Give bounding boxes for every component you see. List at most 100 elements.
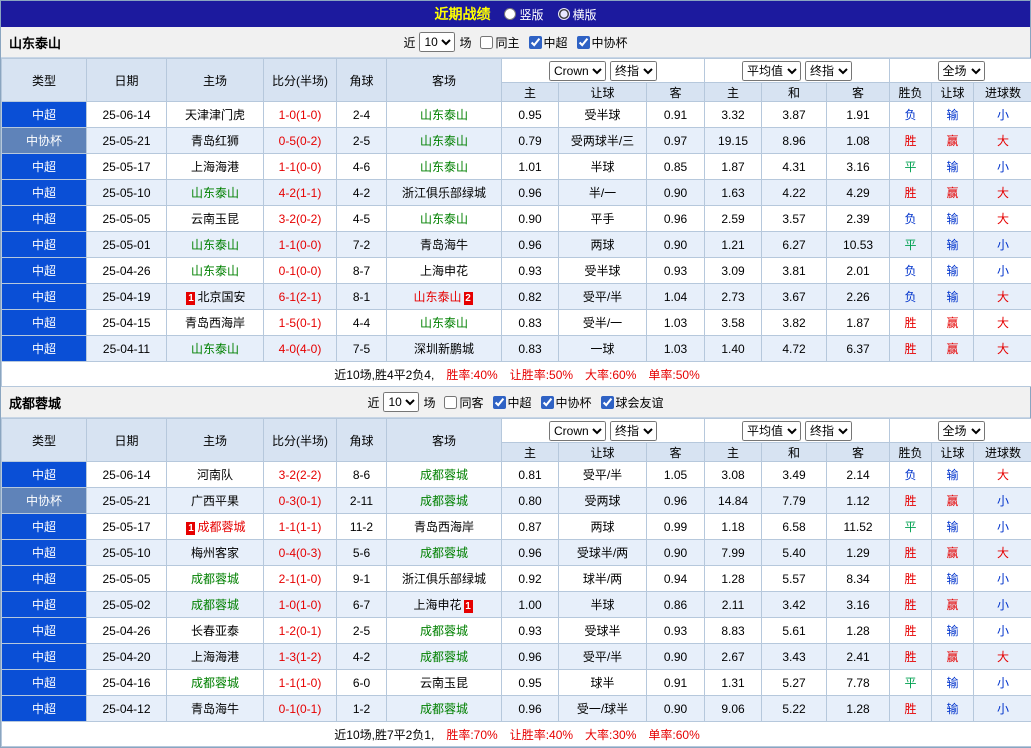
team-link[interactable]: 山东泰山 bbox=[191, 264, 239, 278]
team-link[interactable]: 青岛海牛 bbox=[191, 702, 239, 716]
team-link[interactable]: 成都蓉城 bbox=[197, 520, 245, 534]
crown-home-odds: 0.79 bbox=[502, 128, 559, 154]
team-link[interactable]: 浙江俱乐部绿城 bbox=[402, 572, 486, 586]
filter-checkbox-input[interactable] bbox=[480, 36, 493, 49]
header-select[interactable]: Crown bbox=[549, 421, 606, 441]
date-cell: 25-04-19 bbox=[87, 284, 167, 310]
filter-checkbox-input[interactable] bbox=[601, 396, 614, 409]
filter-checkbox-1[interactable]: 同客 bbox=[444, 394, 483, 411]
team-link[interactable]: 天津津门虎 bbox=[185, 108, 245, 122]
header-select[interactable]: 全场 bbox=[938, 61, 985, 81]
team-link[interactable]: 青岛西海岸 bbox=[185, 316, 245, 330]
filter-checkbox-3[interactable]: 中协杯 bbox=[577, 34, 628, 51]
filter-checkbox-input[interactable] bbox=[541, 396, 554, 409]
recent-count-select[interactable]: 10 bbox=[419, 32, 455, 52]
team-link[interactable]: 深圳新鹏城 bbox=[414, 342, 474, 356]
result-goals: 大 bbox=[974, 644, 1031, 670]
filter-checkbox-2[interactable]: 中超 bbox=[493, 394, 532, 411]
team-link[interactable]: 山东泰山 bbox=[191, 342, 239, 356]
recent-count-select[interactable]: 10 bbox=[383, 392, 419, 412]
team-link[interactable]: 成都蓉城 bbox=[191, 572, 239, 586]
score-cell[interactable]: 1-0(1-0) bbox=[264, 102, 337, 128]
score-cell[interactable]: 1-1(0-0) bbox=[264, 154, 337, 180]
score-cell[interactable]: 0-1(0-0) bbox=[264, 258, 337, 284]
crown-handicap: 两球 bbox=[559, 232, 647, 258]
team-link[interactable]: 成都蓉城 bbox=[420, 494, 468, 508]
layout-option-horizontal[interactable]: 横版 bbox=[558, 6, 597, 23]
team-link[interactable]: 长春亚泰 bbox=[191, 624, 239, 638]
score-cell[interactable]: 1-1(1-1) bbox=[264, 514, 337, 540]
score-cell[interactable]: 4-2(1-1) bbox=[264, 180, 337, 206]
result-handicap: 输 bbox=[932, 258, 974, 284]
score-cell[interactable]: 0-5(0-2) bbox=[264, 128, 337, 154]
team-link[interactable]: 梅州客家 bbox=[191, 546, 239, 560]
team-link[interactable]: 山东泰山 bbox=[420, 212, 468, 226]
filter-checkbox-4[interactable]: 球会友谊 bbox=[601, 394, 664, 411]
header-select[interactable]: Crown bbox=[549, 61, 606, 81]
header-select[interactable]: 终指 bbox=[805, 61, 852, 81]
team-link[interactable]: 河南队 bbox=[197, 468, 233, 482]
result-handicap: 输 bbox=[932, 284, 974, 310]
header-select[interactable]: 平均值 bbox=[742, 421, 801, 441]
score-cell[interactable]: 4-0(4-0) bbox=[264, 336, 337, 362]
horizontal-layout-radio[interactable] bbox=[558, 8, 570, 20]
score-cell[interactable]: 0-3(0-1) bbox=[264, 488, 337, 514]
team-link[interactable]: 上海申花 bbox=[413, 598, 461, 612]
team-link[interactable]: 成都蓉城 bbox=[191, 676, 239, 690]
team-link[interactable]: 成都蓉城 bbox=[420, 702, 468, 716]
score-cell[interactable]: 1-0(1-0) bbox=[264, 592, 337, 618]
score-cell[interactable]: 1-3(1-2) bbox=[264, 644, 337, 670]
team-link[interactable]: 山东泰山 bbox=[413, 290, 461, 304]
filter-checkbox-input[interactable] bbox=[529, 36, 542, 49]
score-cell[interactable]: 1-5(0-1) bbox=[264, 310, 337, 336]
score-cell[interactable]: 0-1(0-1) bbox=[264, 696, 337, 722]
team-link[interactable]: 山东泰山 bbox=[191, 186, 239, 200]
team-link[interactable]: 青岛西海岸 bbox=[414, 520, 474, 534]
team-link[interactable]: 山东泰山 bbox=[420, 134, 468, 148]
team-link[interactable]: 成都蓉城 bbox=[420, 468, 468, 482]
filter-checkbox-input[interactable] bbox=[444, 396, 457, 409]
filter-checkbox-input[interactable] bbox=[577, 36, 590, 49]
header-select[interactable]: 终指 bbox=[610, 421, 657, 441]
team-link[interactable]: 北京国安 bbox=[197, 290, 245, 304]
team-link[interactable]: 广西平果 bbox=[191, 494, 239, 508]
filter-checkbox-input[interactable] bbox=[493, 396, 506, 409]
team-link[interactable]: 成都蓉城 bbox=[420, 650, 468, 664]
score-cell[interactable]: 2-1(1-0) bbox=[264, 566, 337, 592]
filter-checkbox-1[interactable]: 同主 bbox=[480, 34, 519, 51]
team-link[interactable]: 云南玉昆 bbox=[420, 676, 468, 690]
filter-checkbox-2[interactable]: 中超 bbox=[529, 34, 568, 51]
header-select[interactable]: 终指 bbox=[805, 421, 852, 441]
team-link[interactable]: 上海海港 bbox=[191, 160, 239, 174]
team-link[interactable]: 上海海港 bbox=[191, 650, 239, 664]
header-select[interactable]: 全场 bbox=[938, 421, 985, 441]
score-cell[interactable]: 3-2(2-2) bbox=[264, 462, 337, 488]
team-link[interactable]: 青岛红狮 bbox=[191, 134, 239, 148]
score-cell[interactable]: 1-1(1-0) bbox=[264, 670, 337, 696]
header-select[interactable]: 终指 bbox=[610, 61, 657, 81]
result-wdl: 胜 bbox=[890, 336, 932, 362]
score-cell[interactable]: 1-2(0-1) bbox=[264, 618, 337, 644]
team-link[interactable]: 山东泰山 bbox=[420, 160, 468, 174]
vertical-layout-radio[interactable] bbox=[504, 8, 516, 20]
team-link[interactable]: 上海申花 bbox=[420, 264, 468, 278]
layout-option-vertical[interactable]: 竖版 bbox=[504, 6, 543, 23]
team-link[interactable]: 山东泰山 bbox=[420, 316, 468, 330]
team-link[interactable]: 云南玉昆 bbox=[191, 212, 239, 226]
team-link[interactable]: 山东泰山 bbox=[420, 108, 468, 122]
team-link[interactable]: 山东泰山 bbox=[191, 238, 239, 252]
crown-home-odds: 0.96 bbox=[502, 540, 559, 566]
score-cell[interactable]: 1-1(0-0) bbox=[264, 232, 337, 258]
score-cell[interactable]: 3-2(0-2) bbox=[264, 206, 337, 232]
team-link[interactable]: 成都蓉城 bbox=[420, 624, 468, 638]
team-link[interactable]: 青岛海牛 bbox=[420, 238, 468, 252]
score-cell[interactable]: 0-4(0-3) bbox=[264, 540, 337, 566]
filter-checkbox-3[interactable]: 中协杯 bbox=[541, 394, 592, 411]
team-link[interactable]: 成都蓉城 bbox=[420, 546, 468, 560]
header-select[interactable]: 平均值 bbox=[742, 61, 801, 81]
avg-away-odds: 1.29 bbox=[827, 540, 890, 566]
team-link[interactable]: 浙江俱乐部绿城 bbox=[402, 186, 486, 200]
avg-draw-odds: 6.27 bbox=[762, 232, 827, 258]
team-link[interactable]: 成都蓉城 bbox=[191, 598, 239, 612]
score-cell[interactable]: 6-1(2-1) bbox=[264, 284, 337, 310]
